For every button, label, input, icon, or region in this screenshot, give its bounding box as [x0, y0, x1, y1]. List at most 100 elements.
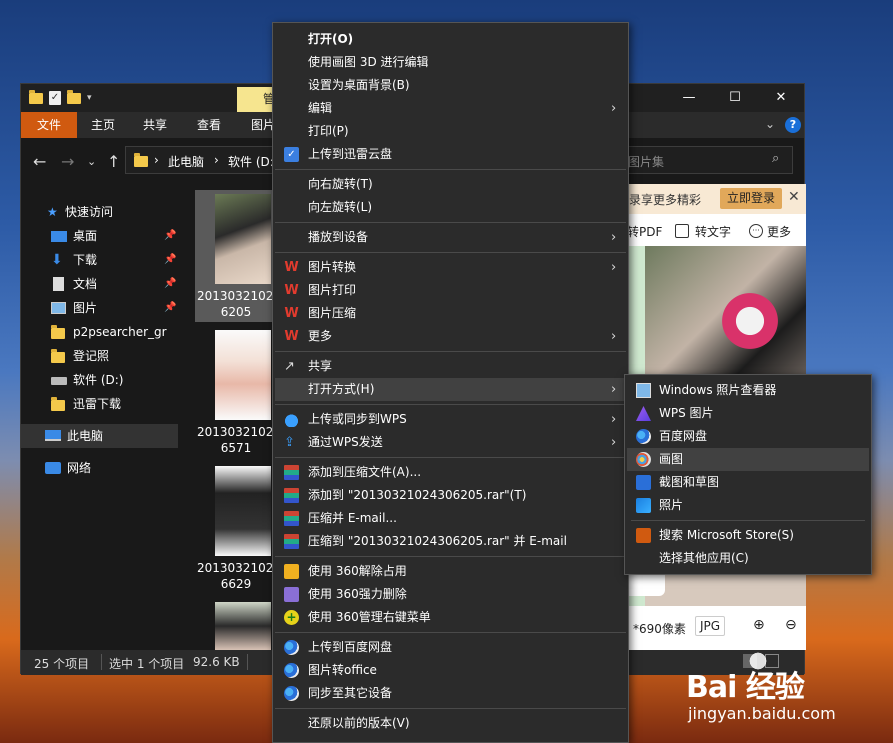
help-icon[interactable]: ?: [785, 117, 801, 133]
sidebar-item-desktop[interactable]: 桌面 📌: [21, 224, 178, 248]
menu-item-image-compress[interactable]: W 图片压缩: [275, 302, 626, 325]
menu-item-set-wallpaper[interactable]: 设置为桌面背景(B): [275, 74, 626, 97]
download-icon: ⬇: [51, 252, 63, 268]
properties-icon[interactable]: ✓: [49, 91, 61, 105]
sidebar-item-this-pc[interactable]: 此电脑: [21, 424, 178, 448]
menu-item-compress-rar-email[interactable]: 压缩到 "20130321024306205.rar" 并 E-mail: [275, 530, 626, 553]
sidebar-item-pictures[interactable]: 图片 📌: [21, 296, 178, 320]
menu-item-image-to-office[interactable]: 图片转office: [275, 659, 626, 682]
collapse-ribbon-icon[interactable]: ⌄: [765, 117, 775, 131]
file-tile[interactable]: 20130321024 6205: [195, 190, 281, 322]
wps-icon: W: [284, 306, 299, 321]
up-icon[interactable]: ↑: [107, 152, 120, 171]
menu-item-restore-versions[interactable]: 还原以前的版本(V): [275, 712, 626, 735]
wps-image-icon: [636, 406, 651, 421]
back-icon[interactable]: ←: [33, 152, 46, 171]
menu-item-upload-baidu[interactable]: 上传到百度网盘: [275, 636, 626, 659]
menu-item-edit[interactable]: 编辑 ›: [275, 97, 626, 120]
search-box[interactable]: 图片集 ⌕: [621, 146, 793, 174]
folder-icon[interactable]: [29, 89, 43, 104]
new-folder-icon[interactable]: [67, 89, 81, 104]
zoom-out-icon[interactable]: ⊖: [785, 617, 797, 633]
zoom-in-icon[interactable]: ⊕: [753, 617, 765, 633]
sidebar-item-drive-d[interactable]: 软件 (D:): [21, 368, 178, 392]
menu-item-image-convert[interactable]: W 图片转换 ›: [275, 256, 626, 279]
customize-dropdown-icon[interactable]: ▾: [87, 93, 92, 103]
close-icon[interactable]: ✕: [788, 189, 800, 205]
breadcrumb-this-pc[interactable]: 此电脑: [168, 153, 204, 170]
forward-icon[interactable]: →: [61, 152, 74, 171]
tab-home[interactable]: 主页: [77, 112, 129, 138]
drive-icon: [51, 377, 67, 385]
submenu-item-baidu-disk[interactable]: 百度网盘: [627, 425, 869, 448]
selected-size: 92.6 KB: [193, 655, 240, 669]
menu-item-upload-wps[interactable]: 上传或同步到WPS ›: [275, 408, 626, 431]
menu-item-rotate-right[interactable]: 向右旋转(T): [275, 173, 626, 196]
context-menu: 打开(O) 使用画图 3D 进行编辑 设置为桌面背景(B) 编辑 › 打印(P)…: [272, 22, 629, 743]
minimize-button[interactable]: —: [666, 84, 712, 112]
submenu-item-snip-sketch[interactable]: 截图和草图: [627, 471, 869, 494]
menu-item-send-wps[interactable]: ⇪ 通过WPS发送 ›: [275, 431, 626, 454]
menu-item-rotate-left[interactable]: 向左旋转(L): [275, 196, 626, 219]
folder-icon: [51, 349, 65, 363]
menu-item-open[interactable]: 打开(O): [275, 28, 626, 51]
tab-share[interactable]: 共享: [129, 112, 181, 138]
submenu-item-choose-other[interactable]: 选择其他应用(C): [627, 547, 869, 570]
tab-view[interactable]: 查看: [183, 112, 235, 138]
sidebar-item-documents[interactable]: 文档 📌: [21, 272, 178, 296]
pin-icon: 📌: [164, 278, 177, 289]
submenu-item-store[interactable]: 搜索 Microsoft Store(S): [627, 524, 869, 547]
menu-item-open-with[interactable]: 打开方式(H) ›: [275, 378, 626, 401]
search-icon[interactable]: ⌕: [772, 151, 779, 166]
submenu-item-paint[interactable]: 画图: [627, 448, 869, 471]
breadcrumb-drive-d[interactable]: 软件 (D:: [228, 153, 274, 170]
login-button[interactable]: 立即登录: [720, 188, 782, 209]
menu-item-add-archive[interactable]: 添加到压缩文件(A)...: [275, 461, 626, 484]
sidebar-item-p2psearcher[interactable]: p2psearcher_gr: [21, 320, 178, 344]
menu-item-image-print[interactable]: W 图片打印: [275, 279, 626, 302]
menu-item-upload-xunlei[interactable]: ✓ 上传到迅雷云盘: [275, 143, 626, 166]
menu-item-add-rar[interactable]: 添加到 "20130321024306205.rar"(T): [275, 484, 626, 507]
sidebar-item-id-photo[interactable]: 登记照: [21, 344, 178, 368]
wps-icon: W: [284, 283, 299, 298]
sidebar-item-xunlei-downloads[interactable]: 迅雷下载: [21, 392, 178, 416]
address-bar[interactable]: › 此电脑 › 软件 (D:: [125, 146, 285, 174]
menu-item-360-delete[interactable]: 使用 360强力删除: [275, 583, 626, 606]
menu-item-360-unlock[interactable]: 使用 360解除占用: [275, 560, 626, 583]
file-tile[interactable]: [195, 598, 275, 650]
search-input-placeholder: 图片集: [628, 155, 665, 169]
submenu-item-photo-viewer[interactable]: Windows 照片查看器: [627, 379, 869, 402]
sidebar-item-network[interactable]: 网络: [21, 456, 178, 480]
photos-icon: [636, 498, 651, 513]
file-tile[interactable]: 20130321024 6571: [195, 326, 281, 458]
sidebar-item-quick-access[interactable]: ★ 快速访问: [21, 200, 178, 224]
menu-item-edit-paint3d[interactable]: 使用画图 3D 进行编辑: [275, 51, 626, 74]
maximize-button[interactable]: ☐: [712, 84, 758, 112]
menu-item-360-manage[interactable]: + 使用 360管理右键菜单: [275, 606, 626, 629]
to-text-button[interactable]: 转文字: [695, 223, 731, 240]
menu-item-more[interactable]: W 更多 ›: [275, 325, 626, 348]
recent-locations-icon[interactable]: ⌄: [87, 155, 96, 168]
winrar-icon: [284, 534, 299, 549]
tab-file[interactable]: 文件: [21, 112, 77, 138]
pin-icon: 📌: [164, 302, 177, 313]
menu-item-print[interactable]: 打印(P): [275, 120, 626, 143]
sidebar-item-downloads[interactable]: ⬇ 下载 📌: [21, 248, 178, 272]
navigation-pane: ★ 快速访问 桌面 📌 ⬇ 下载 📌 文档 📌 图片 📌 p2psearcher…: [21, 184, 178, 650]
menu-item-compress-email[interactable]: 压缩并 E-mail...: [275, 507, 626, 530]
breadcrumb-sep: ›: [154, 153, 159, 167]
file-tile[interactable]: 20130321024 6629: [195, 462, 281, 594]
desktop-icon: [51, 231, 67, 242]
file-name: 20130321024 6629: [197, 561, 281, 591]
more-button[interactable]: 更多: [767, 223, 791, 240]
menu-item-cast-to-device[interactable]: 播放到设备 ›: [275, 226, 626, 249]
chevron-right-icon: ›: [611, 435, 617, 450]
menu-item-sync-devices[interactable]: 同步至其它设备: [275, 682, 626, 705]
submenu-item-wps-image[interactable]: WPS 图片: [627, 402, 869, 425]
submenu-item-photos[interactable]: 照片: [627, 494, 869, 517]
contextual-ribbon-tab[interactable]: 管: [237, 87, 275, 112]
menu-item-share[interactable]: ↗ 共享: [275, 355, 626, 378]
to-pdf-button[interactable]: 转PDF: [627, 223, 662, 240]
photo-viewer-icon: [636, 383, 651, 398]
close-button[interactable]: ✕: [758, 84, 804, 112]
